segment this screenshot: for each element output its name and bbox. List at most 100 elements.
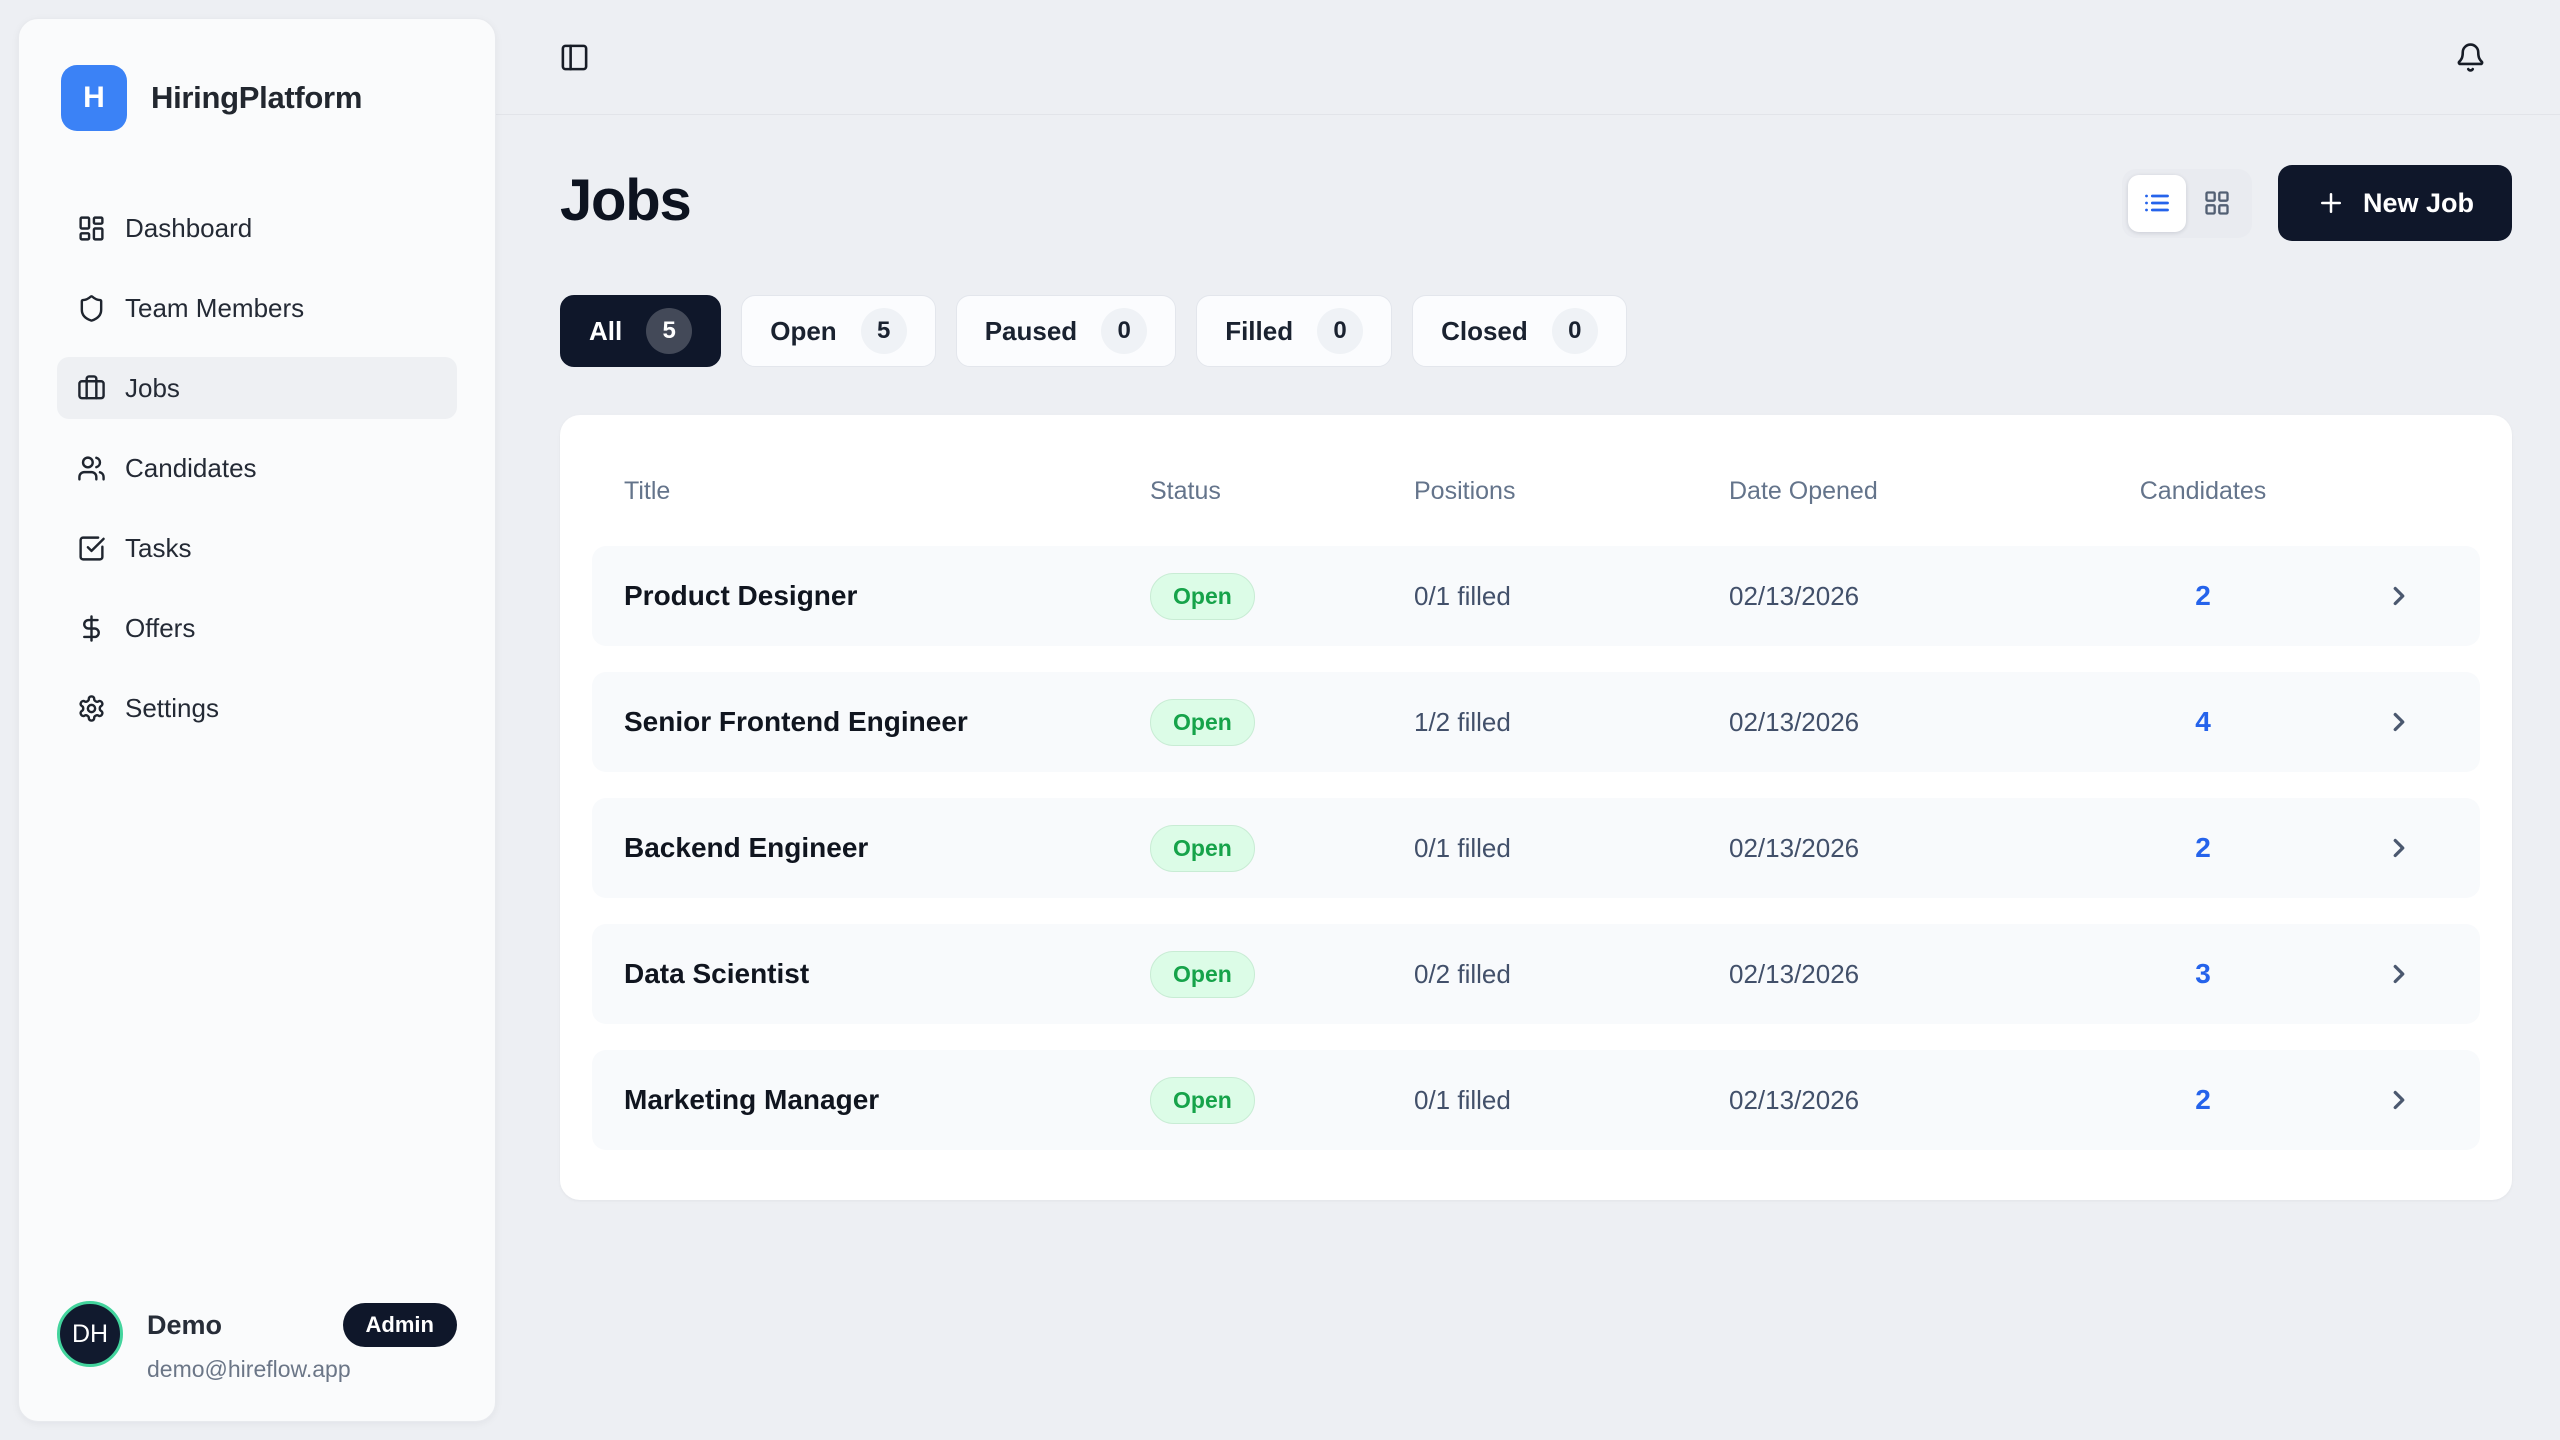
sidebar-nav: Dashboard Team Members Jobs Candidates T… <box>57 197 457 757</box>
sidebar-toggle-button[interactable] <box>559 42 590 73</box>
table-row[interactable]: Product Designer Open 0/1 filled 02/13/2… <box>592 546 2480 646</box>
chevron-right-icon[interactable] <box>2384 1085 2414 1115</box>
task-check-icon <box>77 534 106 563</box>
sidebar-item-jobs[interactable]: Jobs <box>57 357 457 419</box>
date-opened-cell: 02/13/2026 <box>1729 707 2074 738</box>
table-row[interactable]: Data Scientist Open 0/2 filled 02/13/202… <box>592 924 2480 1024</box>
column-header-candidates: Candidates <box>2074 477 2332 506</box>
filter-paused[interactable]: Paused 0 <box>956 295 1177 367</box>
avatar: DH <box>57 1301 123 1367</box>
filter-count-badge: 0 <box>1101 308 1147 354</box>
job-title: Product Designer <box>624 580 1150 612</box>
page-header: Jobs New Job <box>560 165 2512 241</box>
candidates-count: 2 <box>2074 580 2332 612</box>
positions-cell: 0/1 filled <box>1414 833 1729 864</box>
filter-label: Closed <box>1441 316 1528 347</box>
header-actions: New Job <box>2122 165 2512 241</box>
job-title: Senior Frontend Engineer <box>624 706 1150 738</box>
positions-cell: 1/2 filled <box>1414 707 1729 738</box>
sidebar-item-label: Jobs <box>125 373 180 404</box>
job-title: Data Scientist <box>624 958 1150 990</box>
sidebar-item-candidates[interactable]: Candidates <box>57 437 457 499</box>
view-toggle <box>2122 169 2252 238</box>
job-title: Backend Engineer <box>624 832 1150 864</box>
status-badge: Open <box>1150 573 1255 620</box>
sidebar: H HiringPlatform Dashboard Team Members … <box>18 18 496 1422</box>
sidebar-item-label: Settings <box>125 693 219 724</box>
sidebar-item-label: Dashboard <box>125 213 252 244</box>
filter-label: Paused <box>985 316 1078 347</box>
candidates-count: 2 <box>2074 1084 2332 1116</box>
sidebar-item-dashboard[interactable]: Dashboard <box>57 197 457 259</box>
filter-open[interactable]: Open 5 <box>741 295 935 367</box>
table-row[interactable]: Backend Engineer Open 0/1 filled 02/13/2… <box>592 798 2480 898</box>
chevron-right-icon[interactable] <box>2384 581 2414 611</box>
user-name: Demo <box>147 1310 222 1341</box>
filter-label: Filled <box>1225 316 1293 347</box>
plus-icon <box>2316 188 2346 218</box>
main-area: Jobs New Job All 5 <box>496 0 2560 1440</box>
dollar-icon <box>77 614 106 643</box>
brand: H HiringPlatform <box>57 61 457 131</box>
column-header-title: Title <box>624 477 1150 506</box>
role-badge: Admin <box>343 1303 457 1347</box>
panel-toggle-icon <box>559 42 590 73</box>
sidebar-item-label: Team Members <box>125 293 304 324</box>
sidebar-item-label: Tasks <box>125 533 191 564</box>
sidebar-item-label: Offers <box>125 613 195 644</box>
job-title: Marketing Manager <box>624 1084 1150 1116</box>
new-job-button[interactable]: New Job <box>2278 165 2512 241</box>
page-content: Jobs New Job All 5 <box>496 115 2560 1440</box>
list-view-icon <box>2143 189 2171 217</box>
filter-filled[interactable]: Filled 0 <box>1196 295 1392 367</box>
status-badge: Open <box>1150 951 1255 998</box>
list-view-button[interactable] <box>2128 175 2186 232</box>
sidebar-item-team-members[interactable]: Team Members <box>57 277 457 339</box>
status-badge: Open <box>1150 1077 1255 1124</box>
sidebar-item-tasks[interactable]: Tasks <box>57 517 457 579</box>
table-header-row: Title Status Positions Date Opened Candi… <box>592 443 2480 546</box>
topbar <box>496 0 2560 115</box>
briefcase-icon <box>77 374 106 403</box>
users-icon <box>77 454 106 483</box>
positions-cell: 0/1 filled <box>1414 581 1729 612</box>
page-title: Jobs <box>560 167 691 234</box>
notifications-button[interactable] <box>2455 42 2486 73</box>
chevron-right-icon[interactable] <box>2384 833 2414 863</box>
date-opened-cell: 02/13/2026 <box>1729 833 2074 864</box>
positions-cell: 0/2 filled <box>1414 959 1729 990</box>
filter-count-badge: 0 <box>1552 308 1598 354</box>
column-header-date-opened: Date Opened <box>1729 477 2074 506</box>
brand-logo: H <box>61 65 127 131</box>
user-card[interactable]: DH Demo Admin demo@hireflow.app <box>57 1301 457 1383</box>
date-opened-cell: 02/13/2026 <box>1729 581 2074 612</box>
filter-label: All <box>589 316 622 347</box>
filter-all[interactable]: All 5 <box>560 295 721 367</box>
sidebar-item-settings[interactable]: Settings <box>57 677 457 739</box>
filter-count-badge: 5 <box>646 308 692 354</box>
table-row[interactable]: Marketing Manager Open 0/1 filled 02/13/… <box>592 1050 2480 1150</box>
new-job-label: New Job <box>2363 188 2474 219</box>
filter-closed[interactable]: Closed 0 <box>1412 295 1627 367</box>
sidebar-item-label: Candidates <box>125 453 257 484</box>
avatar-initials: DH <box>72 1320 108 1349</box>
user-email: demo@hireflow.app <box>147 1356 457 1383</box>
filter-count-badge: 0 <box>1317 308 1363 354</box>
status-badge: Open <box>1150 699 1255 746</box>
sidebar-item-offers[interactable]: Offers <box>57 597 457 659</box>
user-info: Demo Admin demo@hireflow.app <box>147 1301 457 1383</box>
filter-count-badge: 5 <box>861 308 907 354</box>
grid-view-icon <box>2203 189 2231 217</box>
filter-label: Open <box>770 316 836 347</box>
grid-view-button[interactable] <box>2188 175 2246 232</box>
brand-name: HiringPlatform <box>151 80 362 116</box>
positions-cell: 0/1 filled <box>1414 1085 1729 1116</box>
chevron-right-icon[interactable] <box>2384 959 2414 989</box>
jobs-table-card: Title Status Positions Date Opened Candi… <box>560 415 2512 1200</box>
dashboard-icon <box>77 214 106 243</box>
status-badge: Open <box>1150 825 1255 872</box>
chevron-right-icon[interactable] <box>2384 707 2414 737</box>
shield-icon <box>77 294 106 323</box>
table-row[interactable]: Senior Frontend Engineer Open 1/2 filled… <box>592 672 2480 772</box>
bell-icon <box>2455 42 2486 73</box>
